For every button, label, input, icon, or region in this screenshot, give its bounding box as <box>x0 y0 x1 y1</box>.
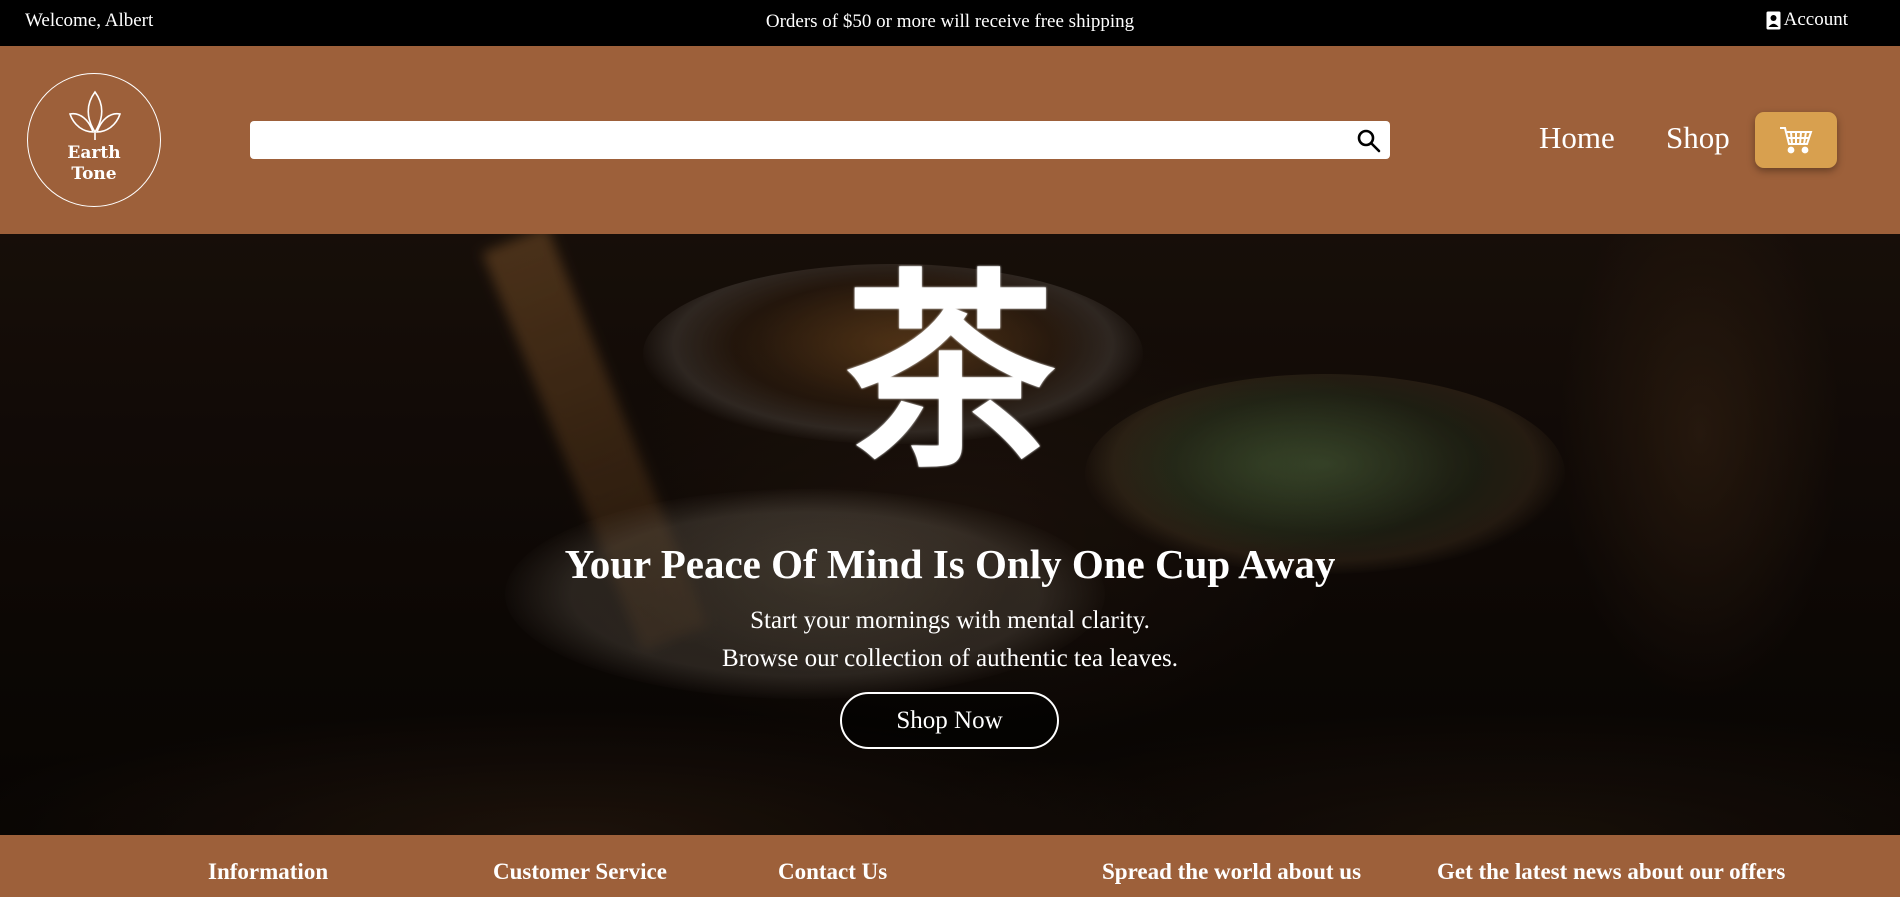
search-icon[interactable] <box>1356 128 1382 154</box>
hero-title: Your Peace Of Mind Is Only One Cup Away <box>564 541 1336 587</box>
shop-now-button[interactable]: Shop Now <box>840 692 1059 749</box>
tea-calligraphy: 茶 <box>844 249 1055 496</box>
footer-heading-information: Information <box>208 859 329 884</box>
account-label: Account <box>1783 9 1848 30</box>
hero-banner: 茶 Your Peace Of Mind Is Only One Cup Awa… <box>0 234 1900 835</box>
nav-shop-link[interactable]: Shop <box>1666 120 1730 156</box>
footer-heading-contact-us: Contact Us <box>778 859 888 884</box>
search-input[interactable] <box>250 121 1340 159</box>
nav-home-link[interactable]: Home <box>1539 120 1615 156</box>
free-shipping-banner: Orders of $50 or more will receive free … <box>765 11 1135 32</box>
brand-name: Earth Tone <box>67 143 121 184</box>
cart-button[interactable] <box>1755 112 1837 168</box>
footer-heading-spread-the-word: Spread the world about us <box>1102 859 1362 884</box>
site-header: Earth Tone Home Shop <box>0 46 1900 234</box>
footer-heading-customer-service: Customer Service <box>493 859 667 884</box>
account-icon <box>1766 11 1781 30</box>
brand-logo[interactable]: Earth Tone <box>27 73 161 207</box>
footer-heading-newsletter: Get the latest news about our offers <box>1437 859 1786 884</box>
search-bar <box>250 121 1390 159</box>
hero-subtitle-line-2: Browse our collection of authentic tea l… <box>721 645 1179 672</box>
account-link[interactable]: Account <box>1766 9 1848 31</box>
announcement-bar: Welcome, Albert Orders of $50 or more wi… <box>0 0 1900 46</box>
hero-subtitle-line-1: Start your mornings with mental clarity. <box>750 607 1150 634</box>
site-footer: Information Customer Service Contact Us … <box>0 835 1900 897</box>
